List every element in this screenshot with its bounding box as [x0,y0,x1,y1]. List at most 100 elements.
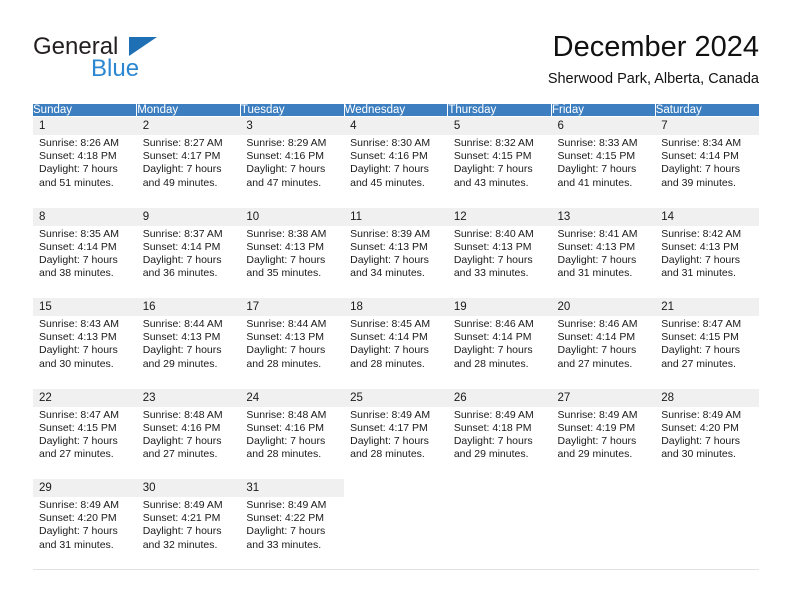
day-cell[interactable]: Sunrise: 8:47 AM Sunset: 4:15 PM Daylight:… [33,406,137,479]
day-cell[interactable]: Sunrise: 8:47 AM Sunset: 4:15 PM Daylight:… [655,316,759,388]
day-number[interactable]: 2 [136,116,241,135]
day-cell[interactable]: Sunrise: 8:41 AM Sunset: 4:13 PM Daylight:… [551,225,656,298]
day-daylight1-text: Daylight: 7 hours [661,434,741,447]
day-sunrise-text: Sunrise: 8:49 AM [246,499,327,511]
weekday-header-sunday: Sunday [33,104,138,117]
day-number[interactable]: 26 [447,387,552,407]
day-number[interactable]: 20 [551,297,656,316]
weekday-header-row: Sunday Monday Tuesday Wednesday Thursday… [33,104,759,117]
day-cell[interactable]: Sunrise: 8:38 AM Sunset: 4:13 PM Daylight:… [240,225,345,298]
day-number[interactable]: 27 [551,387,656,407]
day-sunrise-text: Sunrise: 8:30 AM [350,137,431,149]
day-number[interactable]: 9 [136,206,241,226]
day-details: Sunrise: 8:49 AM Sunset: 4:21 PM Daylight:… [143,499,241,552]
day-sunrise-text: Sunrise: 8:48 AM [142,408,223,421]
day-cell[interactable]: Sunrise: 8:44 AM Sunset: 4:13 PM Daylight:… [240,316,345,388]
day-sunset-text: Sunset: 4:18 PM [39,150,117,163]
title-block: December 2024 Sherwood Park, Alberta, Ca… [548,30,759,89]
day-sunset-text: Sunset: 4:18 PM [453,421,532,434]
day-cell-empty [344,497,448,570]
day-number[interactable]: 10 [240,206,345,226]
day-number[interactable]: 14 [655,206,759,226]
day-number[interactable]: 4 [344,116,448,135]
day-cell[interactable]: Sunrise: 8:34 AM Sunset: 4:14 PM Daylight:… [655,135,759,207]
general-blue-logo[interactable]: General Blue [33,30,233,90]
day-sunset-text: Sunset: 4:16 PM [246,421,325,434]
day-daylight2-text: and 28 minutes. [453,357,529,370]
day-sunset-text: Sunset: 4:16 PM [142,421,221,434]
day-daylight2-text: and 29 minutes. [142,357,218,370]
day-cell[interactable]: Sunrise: 8:27 AM Sunset: 4:17 PM Daylight:… [136,135,241,207]
day-cell[interactable]: Sunrise: 8:30 AM Sunset: 4:16 PM Daylight:… [344,135,448,207]
day-number[interactable]: 31 [240,478,345,497]
day-sunrise-text: Sunrise: 8:49 AM [453,408,534,421]
day-number[interactable]: 19 [447,297,552,316]
day-details: Sunrise: 8:38 AM Sunset: 4:13 PM Daylight:… [246,228,344,281]
day-sunset-text: Sunset: 4:14 PM [661,150,739,163]
day-number[interactable]: 1 [33,116,137,135]
day-daylight2-text: and 45 minutes. [350,176,425,189]
day-cell[interactable]: Sunrise: 8:46 AM Sunset: 4:14 PM Daylight:… [551,316,656,388]
day-cell[interactable]: Sunrise: 8:44 AM Sunset: 4:13 PM Daylight:… [136,316,241,388]
day-number[interactable]: 23 [136,387,241,407]
day-sunset-text: Sunset: 4:13 PM [246,240,325,253]
day-cell[interactable]: Sunrise: 8:48 AM Sunset: 4:16 PM Daylight:… [240,406,345,479]
day-sunset-text: Sunset: 4:17 PM [350,421,428,434]
day-sunrise-text: Sunrise: 8:43 AM [39,318,119,330]
day-number[interactable]: 11 [344,206,448,226]
day-cell[interactable]: Sunrise: 8:49 AM Sunset: 4:21 PM Daylight:… [136,497,241,570]
day-daylight1-text: Daylight: 7 hours [142,163,222,176]
day-number[interactable]: 22 [33,387,137,407]
day-cell[interactable]: Sunrise: 8:42 AM Sunset: 4:13 PM Daylight:… [655,225,759,298]
day-cell[interactable]: Sunrise: 8:39 AM Sunset: 4:13 PM Daylight:… [344,225,448,298]
day-number[interactable]: 17 [240,297,345,316]
day-sunrise-text: Sunrise: 8:27 AM [142,137,223,149]
day-details: Sunrise: 8:40 AM Sunset: 4:13 PM Daylight:… [454,228,552,281]
day-sunrise-text: Sunrise: 8:29 AM [246,137,327,149]
day-details: Sunrise: 8:26 AM Sunset: 4:18 PM Daylight:… [39,137,137,190]
day-cell[interactable]: Sunrise: 8:49 AM Sunset: 4:20 PM Daylight:… [33,497,137,570]
day-number[interactable]: 25 [344,387,448,407]
day-number[interactable]: 29 [33,478,137,497]
day-number[interactable]: 18 [344,297,448,316]
day-number[interactable]: 12 [447,206,552,226]
day-sunrise-text: Sunrise: 8:41 AM [557,227,638,240]
day-sunset-text: Sunset: 4:16 PM [350,150,428,163]
day-number[interactable]: 8 [33,206,137,226]
day-sunrise-text: Sunrise: 8:47 AM [661,318,742,330]
page-title: December 2024 [552,31,759,63]
day-number[interactable]: 13 [551,206,656,226]
day-cell[interactable]: Sunrise: 8:49 AM Sunset: 4:20 PM Daylight:… [655,406,759,479]
week-daynumber-row: 15 16 17 18 19 20 21 [33,297,759,316]
day-daylight2-text: and 28 minutes. [350,357,425,370]
day-cell[interactable]: Sunrise: 8:32 AM Sunset: 4:15 PM Daylight:… [447,135,552,207]
day-cell[interactable]: Sunrise: 8:40 AM Sunset: 4:13 PM Daylight:… [447,225,552,298]
day-cell[interactable]: Sunrise: 8:49 AM Sunset: 4:22 PM Daylight:… [240,497,345,570]
day-cell[interactable]: Sunrise: 8:35 AM Sunset: 4:14 PM Daylight:… [33,225,137,298]
day-cell[interactable]: Sunrise: 8:43 AM Sunset: 4:13 PM Daylight:… [33,316,137,388]
day-cell[interactable]: Sunrise: 8:37 AM Sunset: 4:14 PM Daylight:… [136,225,241,298]
day-cell[interactable]: Sunrise: 8:49 AM Sunset: 4:19 PM Daylight:… [551,406,656,479]
day-daylight1-text: Daylight: 7 hours [142,525,222,538]
day-cell[interactable]: Sunrise: 8:46 AM Sunset: 4:14 PM Daylight:… [447,316,552,388]
day-cell[interactable]: Sunrise: 8:48 AM Sunset: 4:16 PM Daylight:… [136,406,241,479]
day-daylight1-text: Daylight: 7 hours [661,344,741,357]
day-number[interactable]: 28 [655,387,759,407]
day-cell[interactable]: Sunrise: 8:33 AM Sunset: 4:15 PM Daylight:… [551,135,656,207]
day-cell[interactable]: Sunrise: 8:49 AM Sunset: 4:18 PM Daylight:… [447,406,552,479]
day-number[interactable]: 3 [240,116,345,135]
day-daylight2-text: and 31 minutes. [557,267,633,280]
day-number[interactable]: 6 [551,116,656,135]
day-number[interactable]: 15 [33,297,137,316]
day-daylight1-text: Daylight: 7 hours [557,253,637,266]
day-cell[interactable]: Sunrise: 8:29 AM Sunset: 4:16 PM Daylight:… [240,135,345,207]
day-cell[interactable]: Sunrise: 8:49 AM Sunset: 4:17 PM Daylight:… [344,406,448,479]
day-number[interactable]: 16 [136,297,241,316]
day-cell[interactable]: Sunrise: 8:45 AM Sunset: 4:14 PM Daylight:… [344,316,448,388]
day-cell[interactable]: Sunrise: 8:26 AM Sunset: 4:18 PM Daylight:… [33,135,137,207]
day-number[interactable]: 7 [655,116,759,135]
day-number[interactable]: 30 [136,478,241,497]
day-number[interactable]: 21 [655,297,759,316]
day-number[interactable]: 5 [447,116,552,135]
day-number[interactable]: 24 [240,387,345,407]
